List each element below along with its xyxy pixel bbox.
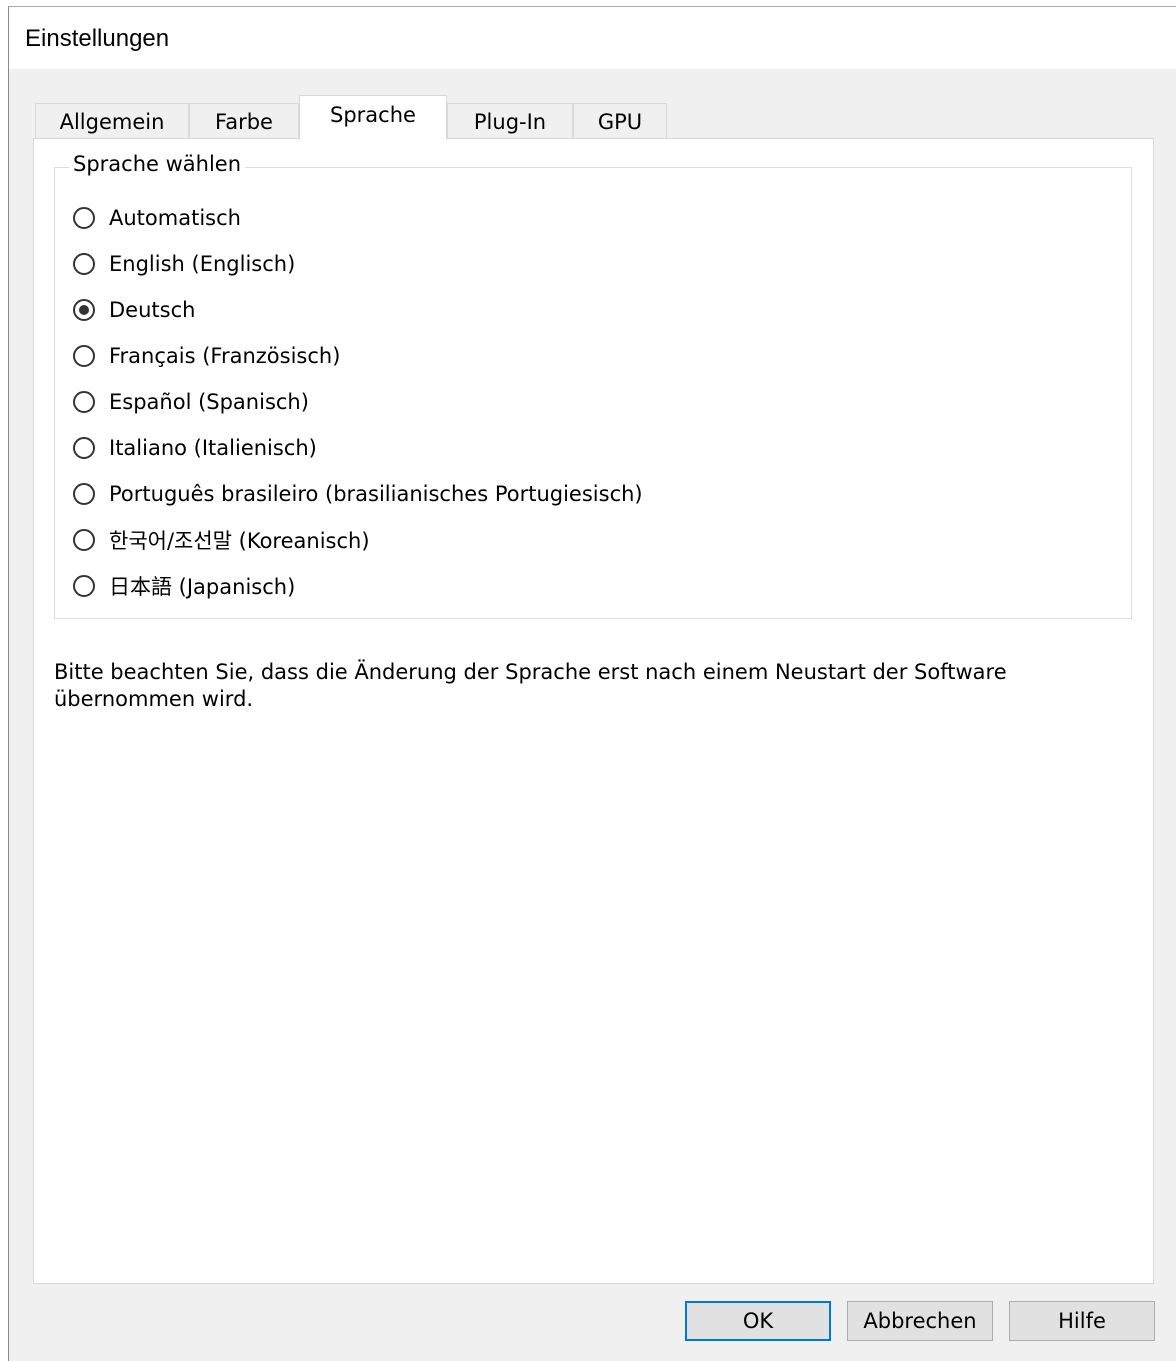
language-option[interactable]: Italiano (Italienisch) [73, 433, 317, 463]
language-option[interactable]: Español (Spanisch) [73, 387, 309, 417]
language-option-label: 日本語 (Japanisch) [109, 575, 296, 599]
help-button[interactable]: Hilfe [1009, 1301, 1155, 1341]
window-title: Einstellungen [25, 25, 170, 52]
language-option[interactable]: 日本語 (Japanisch) [73, 571, 295, 601]
language-option[interactable]: 한국어/조선말 (Koreanisch) [73, 525, 370, 555]
language-option-label: 한국어/조선말 (Koreanisch) [109, 529, 370, 553]
language-groupbox: Sprache wählen Automatisch English (Engli… [54, 152, 1132, 619]
language-option-label: Automatisch [109, 206, 241, 230]
radio-button[interactable] [73, 207, 95, 229]
radio-button[interactable] [73, 529, 95, 551]
tab-panel-sprache: Sprache wählen Automatisch English (Engli… [33, 138, 1154, 1284]
settings-dialog: Einstellungen Allgemein Farbe Sprache Pl… [8, 6, 1176, 1361]
radio-button[interactable] [73, 575, 95, 597]
groupbox-legend: Sprache wählen [69, 152, 246, 176]
language-option[interactable]: Deutsch [73, 295, 195, 325]
language-option[interactable]: Português brasileiro (brasilianisches Po… [73, 479, 643, 509]
language-option-label: Italiano (Italienisch) [109, 436, 317, 460]
language-option-label: English (Englisch) [109, 252, 296, 276]
tab-farbe[interactable]: Farbe [189, 103, 299, 139]
cancel-button[interactable]: Abbrechen [847, 1301, 993, 1341]
language-option[interactable]: English (Englisch) [73, 249, 295, 279]
ok-button[interactable]: OK [685, 1301, 831, 1341]
tab-sprache[interactable]: Sprache [299, 95, 447, 140]
radio-button[interactable] [73, 391, 95, 413]
tab-plug-in[interactable]: Plug-In [447, 103, 573, 139]
radio-button-checked[interactable] [73, 299, 95, 321]
language-option[interactable]: Automatisch [73, 203, 241, 233]
language-option-label: Français (Französisch) [109, 344, 341, 368]
tab-gpu[interactable]: GPU [573, 103, 667, 139]
language-option-label: Español (Spanisch) [109, 390, 309, 414]
language-option-label: Deutsch [109, 298, 196, 322]
tab-allgemein[interactable]: Allgemein [35, 103, 189, 139]
radio-button[interactable] [73, 253, 95, 275]
language-option-label: Português brasileiro (brasilianisches Po… [109, 482, 643, 506]
radio-button[interactable] [73, 483, 95, 505]
radio-button[interactable] [73, 437, 95, 459]
radio-button[interactable] [73, 345, 95, 367]
title-bar: Einstellungen [9, 7, 1176, 69]
restart-note: Bitte beachten Sie, dass die Änderung de… [54, 660, 1007, 711]
language-option[interactable]: Français (Französisch) [73, 341, 340, 371]
